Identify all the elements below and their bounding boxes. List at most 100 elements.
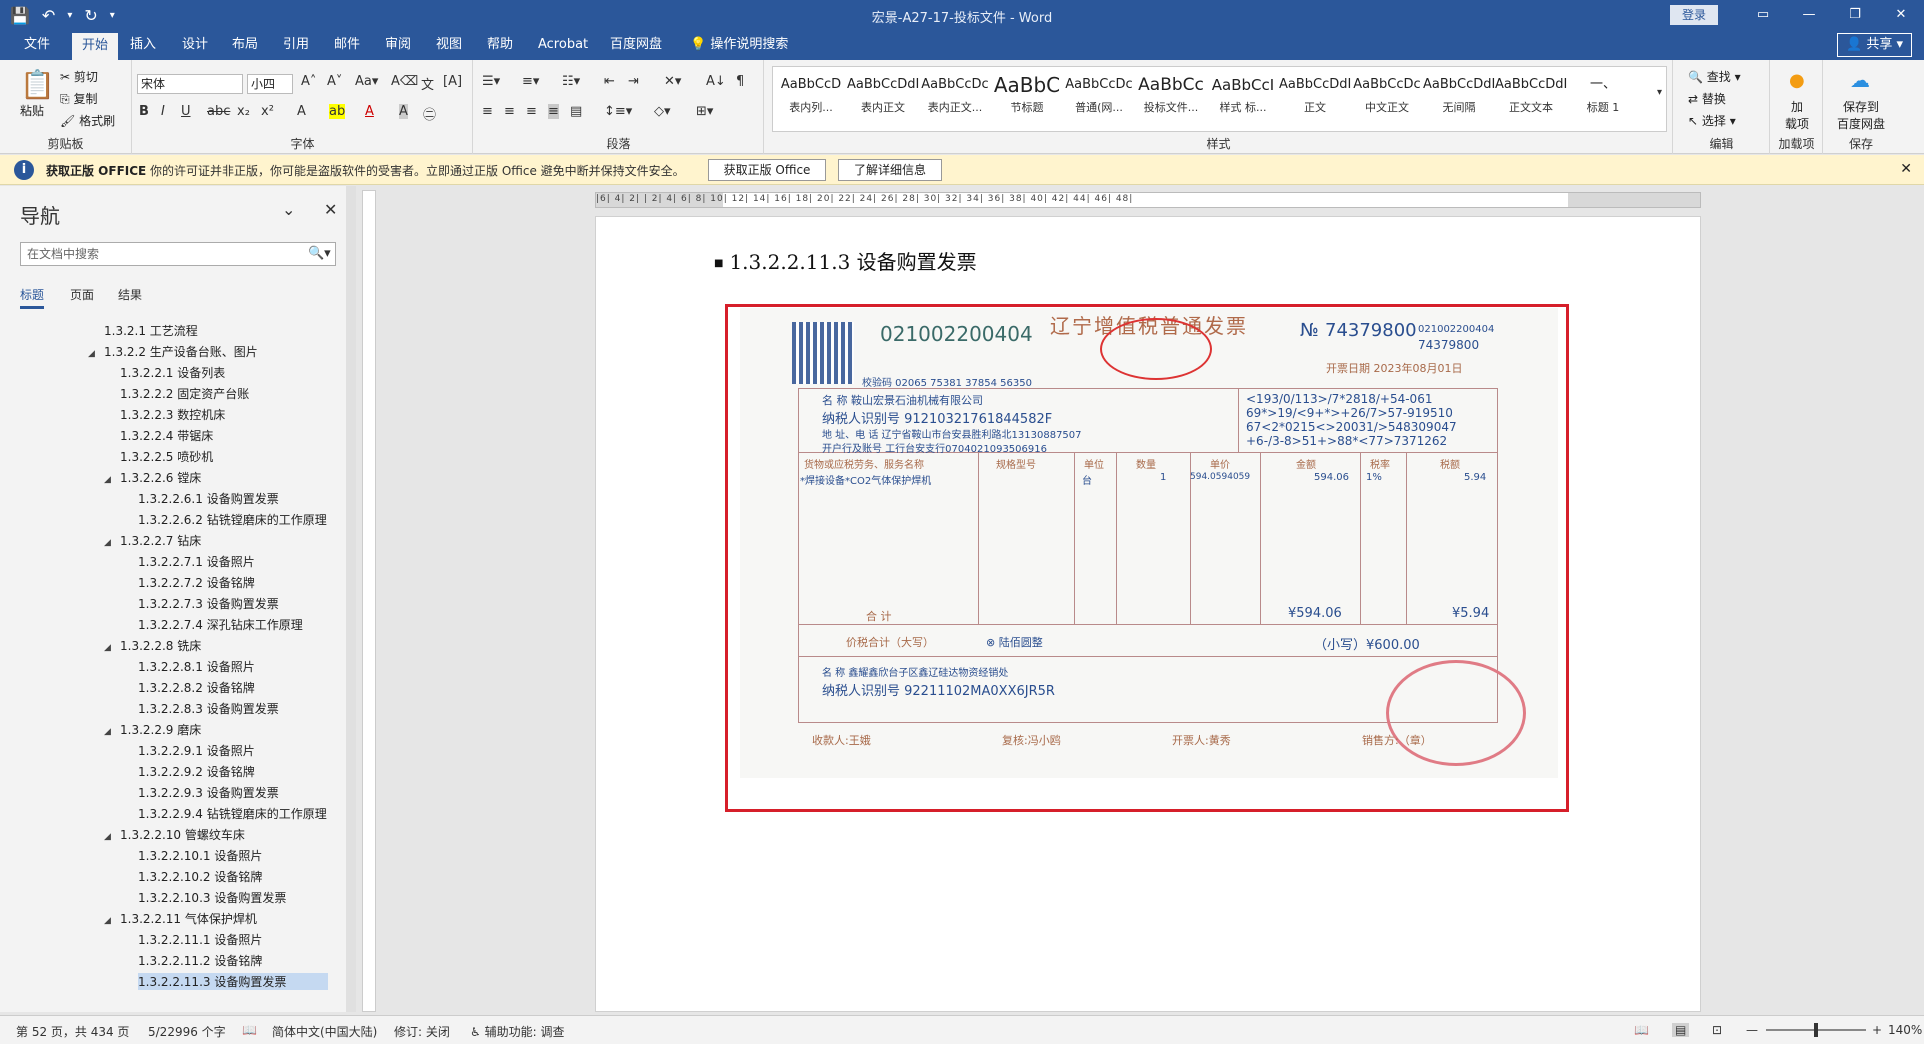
zoom-slider[interactable] — [1766, 1023, 1866, 1037]
align-right-icon[interactable]: ≡ — [526, 104, 537, 119]
highlight-icon[interactable]: ab — [329, 104, 346, 119]
multilevel-list-icon[interactable]: ☷▾ — [562, 74, 580, 89]
change-case-icon[interactable]: Aa▾ — [355, 74, 378, 89]
page-count[interactable]: 第 52 页，共 434 页 — [16, 1023, 129, 1040]
nav-heading-item[interactable]: ◢ 1.3.2.2.10 管螺纹车床 — [104, 826, 245, 843]
copy-button[interactable]: ⎘ 复制 — [60, 90, 97, 107]
nav-heading-item[interactable]: 1.3.2.2.8.2 设备铭牌 — [138, 679, 255, 696]
font-color-icon[interactable]: A — [365, 104, 374, 119]
tell-me-search[interactable]: 💡 操作说明搜索 — [680, 30, 798, 60]
line-spacing-icon[interactable]: ↕≡▾ — [604, 104, 632, 119]
tab-acrobat[interactable]: Acrobat — [528, 30, 598, 60]
style-item[interactable]: AaBbCcDc 普通(网... — [1063, 71, 1135, 115]
nav-heading-item[interactable]: 1.3.2.2.8.3 设备购置发票 — [138, 700, 279, 717]
nav-scrollbar[interactable] — [346, 186, 356, 1012]
nav-tab-headings[interactable]: 标题 — [20, 286, 45, 309]
language-status[interactable]: 简体中文(中国大陆) — [272, 1023, 377, 1040]
nav-heading-item[interactable]: 1.3.2.1 工艺流程 — [104, 322, 198, 339]
nav-heading-item[interactable]: ◢ 1.3.2.2.7 钻床 — [104, 532, 201, 549]
nav-heading-item[interactable]: 1.3.2.2.5 喷砂机 — [120, 448, 213, 465]
nav-options-icon[interactable]: ⌄ — [282, 200, 295, 219]
replace-button[interactable]: ⇄ 替换 — [1688, 90, 1726, 107]
style-item[interactable]: AaBbCcDdI 无间隔 — [1423, 71, 1495, 115]
learn-more-button[interactable]: 了解详细信息 — [838, 159, 942, 181]
align-center-icon[interactable]: ≡ — [504, 104, 515, 119]
phonetic-guide-icon[interactable]: 文 — [421, 74, 434, 93]
nav-heading-item[interactable]: 1.3.2.2.6.1 设备购置发票 — [138, 490, 279, 507]
underline-icon[interactable]: U — [181, 104, 191, 119]
tab-review[interactable]: 审阅 — [375, 30, 421, 60]
login-button[interactable]: 登录 — [1670, 5, 1718, 25]
zoom-thumb[interactable] — [1814, 1023, 1818, 1037]
chinese-layout-icon[interactable]: ✕▾ — [664, 74, 681, 89]
shading-icon[interactable]: ◇▾ — [654, 104, 671, 119]
show-marks-icon[interactable]: ¶ — [736, 74, 744, 89]
paste-icon[interactable]: 📋 — [20, 68, 55, 101]
increase-indent-icon[interactable]: ⇥ — [628, 74, 639, 89]
nav-heading-item[interactable]: 1.3.2.2.7.2 设备铭牌 — [138, 574, 255, 591]
character-shading-icon[interactable]: A — [399, 104, 408, 119]
style-item[interactable]: 一、 标题 1 — [1567, 71, 1639, 115]
grow-font-icon[interactable]: A˄ — [301, 74, 316, 89]
nav-heading-item[interactable]: 1.3.2.2.11.2 设备铭牌 — [138, 952, 262, 969]
tab-insert[interactable]: 插入 — [120, 30, 166, 60]
restore-icon[interactable]: ❐ — [1832, 0, 1878, 30]
bold-icon[interactable]: B — [139, 104, 149, 119]
save-to-baidu-button[interactable]: 保存到 百度网盘 — [1828, 98, 1894, 132]
nav-heading-item[interactable]: 1.3.2.2.11.3 设备购置发票 — [138, 973, 328, 990]
search-icon[interactable]: 🔍▾ — [308, 246, 331, 261]
style-item[interactable]: AaBbCcI 样式 标... — [1207, 71, 1279, 115]
style-item[interactable]: AaBbCcDdI 表内正文 — [847, 71, 919, 115]
nav-heading-item[interactable]: ◢ 1.3.2.2.8 铣床 — [104, 637, 201, 654]
horizontal-ruler[interactable]: |6| 4| 2| | 2| 4| 6| 8| 10| 12| 14| 16| … — [595, 192, 1701, 208]
strikethrough-icon[interactable]: abc — [207, 104, 230, 119]
nav-heading-item[interactable]: 1.3.2.2.7.3 设备购置发票 — [138, 595, 279, 612]
decrease-indent-icon[interactable]: ⇤ — [604, 74, 615, 89]
tab-home[interactable]: 开始 — [72, 33, 119, 60]
style-item[interactable]: AaBbCcDc 表内正文... — [919, 71, 991, 115]
numbering-icon[interactable]: ≡▾ — [522, 74, 539, 89]
nav-heading-item[interactable]: ◢ 1.3.2.2 生产设备台账、图片 — [88, 343, 258, 360]
nav-heading-item[interactable]: 1.3.2.2.4 带锯床 — [120, 427, 213, 444]
tab-references[interactable]: 引用 — [273, 30, 319, 60]
superscript-icon[interactable]: x² — [261, 104, 274, 119]
addins-icon[interactable]: ● — [1789, 70, 1805, 91]
nav-heading-item[interactable]: 1.3.2.2.9.4 钻铣镗磨床的工作原理 — [138, 805, 327, 822]
collapse-triangle-icon[interactable]: ◢ — [88, 349, 104, 359]
tab-view[interactable]: 视图 — [426, 30, 472, 60]
style-item[interactable]: AaBbCcDc 中文正文 — [1351, 71, 1423, 115]
cut-button[interactable]: ✂ 剪切 — [60, 68, 98, 85]
nav-heading-item[interactable]: 1.3.2.2.10.2 设备铭牌 — [138, 868, 262, 885]
word-count[interactable]: 5/22996 个字 — [148, 1023, 226, 1040]
enclose-characters-icon[interactable]: ㊁ — [423, 104, 436, 123]
tab-help[interactable]: 帮助 — [477, 30, 523, 60]
close-icon[interactable]: ✕ — [1878, 0, 1924, 30]
minimize-icon[interactable]: — — [1786, 0, 1832, 30]
subscript-icon[interactable]: x₂ — [237, 104, 250, 119]
clear-format-icon[interactable]: A⌫ — [391, 74, 418, 89]
get-genuine-office-button[interactable]: 获取正版 Office — [708, 159, 826, 181]
font-size-box[interactable]: 小四 — [247, 74, 293, 94]
nav-heading-item[interactable]: 1.3.2.2.7.4 深孔钻床工作原理 — [138, 616, 303, 633]
select-button[interactable]: ↖ 选择 ▾ — [1688, 112, 1736, 129]
format-painter-button[interactable]: 🖌 格式刷 — [60, 112, 115, 129]
proofing-icon[interactable]: 📖 — [242, 1023, 257, 1037]
style-item[interactable]: AaBbCcD 表内列... — [775, 71, 847, 115]
collapse-triangle-icon[interactable]: ◢ — [104, 475, 120, 485]
nav-heading-item[interactable]: 1.3.2.2.8.1 设备照片 — [138, 658, 255, 675]
share-button[interactable]: 👤 共享 ▾ — [1836, 33, 1912, 57]
collapse-triangle-icon[interactable]: ◢ — [104, 727, 120, 737]
nav-heading-item[interactable]: 1.3.2.2.1 设备列表 — [120, 364, 225, 381]
sort-icon[interactable]: A↓ — [706, 74, 726, 89]
character-border-icon[interactable]: [A] — [443, 74, 462, 89]
nav-tab-pages[interactable]: 页面 — [70, 286, 94, 303]
close-message-icon[interactable]: ✕ — [1900, 161, 1912, 177]
tab-design[interactable]: 设计 — [172, 30, 218, 60]
font-name-box[interactable]: 宋体 — [137, 74, 243, 94]
nav-heading-item[interactable]: ◢ 1.3.2.2.11 气体保护焊机 — [104, 910, 257, 927]
document-heading[interactable]: ■ 1.3.2.2.11.3 设备购置发票 — [714, 246, 977, 275]
nav-heading-item[interactable]: 1.3.2.2.9.2 设备铭牌 — [138, 763, 255, 780]
nav-search-input[interactable]: 在文档中搜索 — [20, 242, 336, 266]
nav-heading-item[interactable]: 1.3.2.2.10.1 设备照片 — [138, 847, 262, 864]
nav-heading-item[interactable]: 1.3.2.2.2 固定资产台账 — [120, 385, 249, 402]
